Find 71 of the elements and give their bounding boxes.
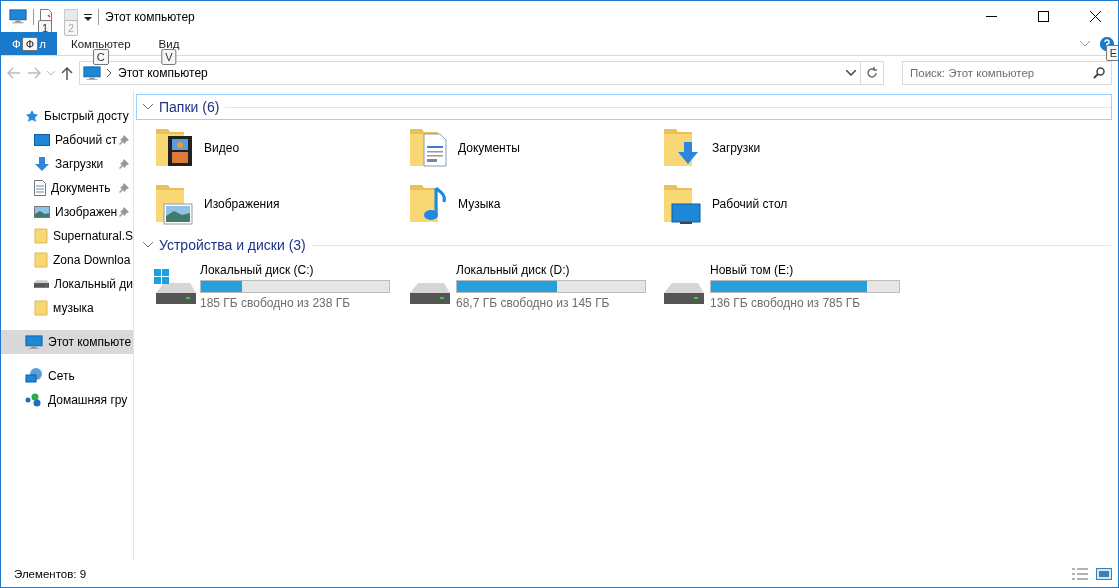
sidebar-item[interactable]: Рабочий ст [1,128,133,152]
dropdown-icon[interactable] [84,12,92,21]
expand-ribbon-icon[interactable] [1080,40,1090,47]
collapse-chevron-icon[interactable] [143,242,153,248]
hard-drive-icon [410,282,450,304]
sidebar-item[interactable]: Сеть [1,364,133,388]
up-arrow-icon[interactable] [61,66,73,80]
search-icon[interactable] [1093,67,1105,79]
item-count: Элементов: 9 [14,568,87,580]
section-header[interactable]: Папки (6) [159,99,220,115]
free-space-text: 68,7 ГБ свободно из 145 ГБ [456,295,611,310]
folder-label[interactable]: Видео [204,141,240,155]
drive-label[interactable]: Новый том (E:) [710,262,900,277]
section-header[interactable]: Устройства и диски (3) [159,237,306,253]
sidebar-item[interactable]: Zona Downloa [1,248,133,272]
sidebar-item[interactable]: Изображен [1,200,133,224]
folder-label[interactable]: Изображения [204,197,280,211]
sidebar-item[interactable]: Загрузки [1,152,133,176]
search-field[interactable]: Поиск: Этот компьютер [902,61,1112,85]
computer-icon [25,334,43,350]
document-icon [34,180,46,196]
folder-label[interactable]: Рабочий стол [712,197,788,211]
desktop-folder-icon[interactable] [662,182,704,226]
keytip: E [1105,45,1118,61]
desktop-icon [34,133,50,147]
picture-icon [34,206,50,218]
folder-label[interactable]: Загрузки [712,141,761,155]
sidebar-item[interactable]: Supernatural.S [1,224,133,248]
large-icons-view-icon[interactable] [1096,568,1112,580]
drive-label[interactable]: Локальный диск (C:) [200,262,390,277]
folder-icon [34,228,48,244]
collapse-chevron-icon[interactable] [143,104,153,110]
pin-icon[interactable] [119,135,129,145]
documents-folder-icon[interactable] [408,126,450,170]
dropdown-icon[interactable] [846,70,856,76]
maximize-icon[interactable] [1037,11,1049,22]
download-arrow-icon [34,156,50,172]
sidebar-item[interactable]: Документь [1,176,133,200]
folder-icon [34,300,48,316]
sidebar-item[interactable]: Быстрый досту [1,104,133,128]
window-title: Этот компьютер [105,9,195,24]
file-tab[interactable]: Ф Ф л [1,32,57,55]
homegroup-icon [25,393,43,407]
chevron-icon[interactable] [107,69,112,77]
close-icon[interactable] [1089,11,1101,22]
sidebar-item[interactable]: Домашняя гру [1,388,133,412]
drive-icon [34,280,49,288]
pin-icon[interactable] [119,159,129,169]
folder-label[interactable]: Документы [458,141,520,155]
keytip: V [161,49,177,65]
pin-icon[interactable] [119,207,129,217]
folder-icon [34,252,48,268]
network-icon [25,368,43,384]
keytip: C [92,49,109,65]
address-bar[interactable]: Этот компьютер [79,61,861,85]
folder-label[interactable]: Музыка [458,197,501,211]
hard-drive-icon [664,282,704,304]
sidebar-item[interactable]: Этот компьюте [1,330,133,354]
computer-icon [9,9,27,24]
system-drive-icon [154,268,196,304]
sidebar-item[interactable]: Локальный ди [1,272,133,296]
pictures-folder-icon[interactable] [154,182,196,226]
refresh-icon[interactable] [866,67,878,79]
free-space-text: 136 ГБ свободно из 785 ГБ [710,295,862,310]
free-space-text: 185 ГБ свободно из 238 ГБ [200,295,352,310]
pin-icon[interactable] [119,183,129,193]
sidebar-item[interactable]: музыка [1,296,133,320]
star-icon [25,109,39,123]
minimize-icon[interactable] [985,16,997,17]
drive-label[interactable]: Локальный диск (D:) [456,262,646,277]
computer-icon [83,65,101,81]
